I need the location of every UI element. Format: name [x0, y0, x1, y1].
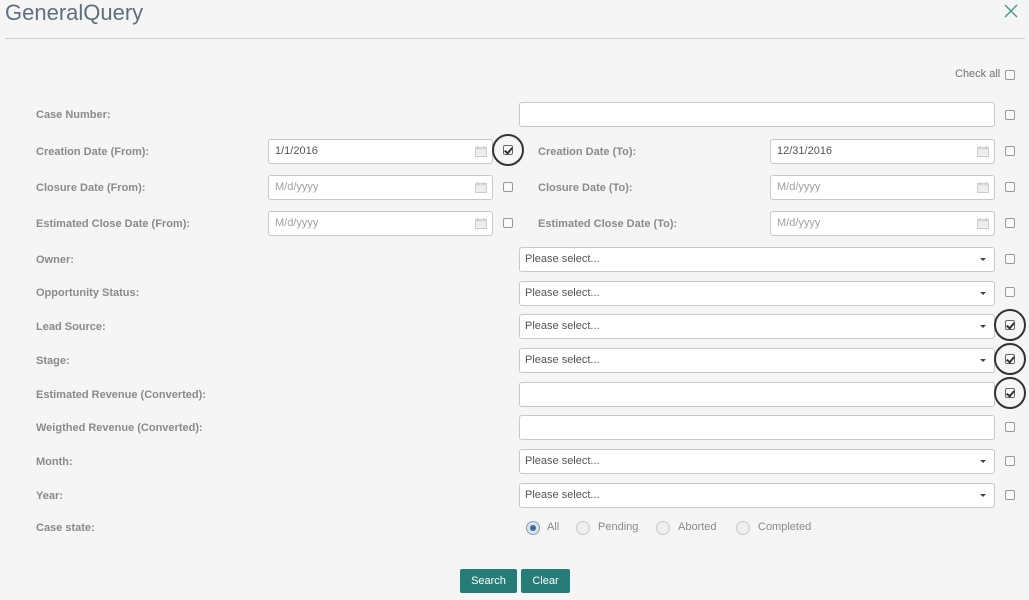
- page-title: GeneralQuery: [5, 0, 144, 25]
- est-close-from-placeholder: M/d/yyyy: [275, 217, 319, 229]
- closure-from-checkbox[interactable]: [503, 182, 513, 192]
- closure-to-label: Closure Date (To):: [538, 182, 633, 194]
- chevron-down-icon: [980, 460, 986, 463]
- chevron-down-icon: [980, 494, 986, 497]
- creation-to-label: Creation Date (To):: [538, 146, 637, 158]
- radio-pending-label: Pending: [598, 521, 639, 533]
- est-revenue-label: Estimated Revenue (Converted):: [36, 389, 206, 401]
- opportunity-status-select[interactable]: Please select...: [519, 281, 995, 306]
- stage-label: Stage:: [36, 355, 70, 367]
- creation-from-value: 1/1/2016: [275, 145, 318, 157]
- chevron-down-icon: [980, 258, 986, 261]
- creation-to-value: 12/31/2016: [777, 145, 833, 157]
- month-label: Month:: [36, 456, 73, 468]
- month-select-value: Please select...: [525, 455, 600, 467]
- creation-from-input[interactable]: 1/1/2016: [268, 139, 493, 164]
- calendar-icon[interactable]: [977, 218, 989, 229]
- stage-select-value: Please select...: [525, 354, 600, 366]
- chevron-down-icon: [980, 292, 986, 295]
- closure-from-input[interactable]: M/d/yyyy: [268, 175, 493, 200]
- creation-to-checkbox[interactable]: [1005, 146, 1015, 156]
- year-label: Year:: [36, 490, 63, 502]
- lead-source-checkbox[interactable]: [1005, 320, 1015, 330]
- owner-label: Owner:: [36, 254, 74, 266]
- closure-to-input[interactable]: M/d/yyyy: [770, 175, 995, 200]
- calendar-icon[interactable]: [475, 218, 487, 229]
- year-select-value: Please select...: [525, 489, 600, 501]
- case-number-label: Case Number:: [36, 109, 111, 121]
- closure-to-checkbox[interactable]: [1005, 182, 1015, 192]
- weighted-revenue-checkbox[interactable]: [1005, 422, 1015, 432]
- est-close-from-checkbox[interactable]: [503, 218, 513, 228]
- creation-from-label: Creation Date (From):: [36, 146, 150, 158]
- radio-aborted[interactable]: [656, 521, 670, 535]
- calendar-icon[interactable]: [977, 182, 989, 193]
- owner-select[interactable]: Please select...: [519, 247, 995, 272]
- opportunity-status-label: Opportunity Status:: [36, 287, 140, 299]
- est-revenue-input[interactable]: [519, 382, 995, 407]
- stage-select[interactable]: Please select...: [519, 348, 995, 373]
- stage-checkbox[interactable]: [1005, 354, 1015, 364]
- year-checkbox[interactable]: [1005, 490, 1015, 500]
- lead-source-select[interactable]: Please select...: [519, 314, 995, 339]
- est-close-to-placeholder: M/d/yyyy: [777, 217, 821, 229]
- creation-from-checkbox[interactable]: [503, 145, 513, 155]
- chevron-down-icon: [980, 325, 986, 328]
- check-all-label: Check all: [955, 68, 1001, 80]
- est-close-to-input[interactable]: M/d/yyyy: [770, 211, 995, 236]
- owner-select-value: Please select...: [525, 253, 600, 265]
- radio-completed-label: Completed: [758, 521, 812, 533]
- header-divider: [5, 38, 1025, 39]
- search-button[interactable]: Search: [460, 569, 517, 593]
- radio-pending[interactable]: [576, 521, 590, 535]
- month-select[interactable]: Please select...: [519, 449, 995, 474]
- radio-all[interactable]: [526, 521, 540, 535]
- weighted-revenue-label: Weigthed Revenue (Converted):: [36, 422, 203, 434]
- radio-all-label: All: [547, 521, 560, 533]
- radio-aborted-label: Aborted: [678, 521, 717, 533]
- case-state-label: Case state:: [36, 522, 95, 534]
- opportunity-status-select-value: Please select...: [525, 287, 600, 299]
- case-number-checkbox[interactable]: [1005, 110, 1015, 120]
- close-icon[interactable]: [1002, 2, 1020, 20]
- calendar-icon[interactable]: [977, 146, 989, 157]
- lead-source-select-value: Please select...: [525, 320, 600, 332]
- month-checkbox[interactable]: [1005, 456, 1015, 466]
- closure-from-placeholder: M/d/yyyy: [275, 181, 319, 193]
- clear-button[interactable]: Clear: [521, 569, 570, 593]
- est-close-to-label: Estimated Close Date (To):: [538, 218, 678, 230]
- est-close-from-input[interactable]: M/d/yyyy: [268, 211, 493, 236]
- chevron-down-icon: [980, 359, 986, 362]
- calendar-icon[interactable]: [475, 146, 487, 157]
- case-number-input[interactable]: [519, 102, 995, 127]
- closure-to-placeholder: M/d/yyyy: [777, 181, 821, 193]
- opportunity-status-checkbox[interactable]: [1005, 287, 1015, 297]
- closure-from-label: Closure Date (From):: [36, 182, 146, 194]
- radio-completed[interactable]: [736, 521, 750, 535]
- creation-to-input[interactable]: 12/31/2016: [770, 139, 995, 164]
- year-select[interactable]: Please select...: [519, 483, 995, 508]
- est-close-to-checkbox[interactable]: [1005, 218, 1015, 228]
- calendar-icon[interactable]: [475, 182, 487, 193]
- est-close-from-label: Estimated Close Date (From):: [36, 218, 191, 230]
- owner-checkbox[interactable]: [1005, 254, 1015, 264]
- est-revenue-checkbox[interactable]: [1005, 388, 1015, 398]
- check-all-checkbox[interactable]: [1005, 70, 1015, 80]
- lead-source-label: Lead Source:: [36, 321, 106, 333]
- weighted-revenue-input[interactable]: [519, 415, 995, 440]
